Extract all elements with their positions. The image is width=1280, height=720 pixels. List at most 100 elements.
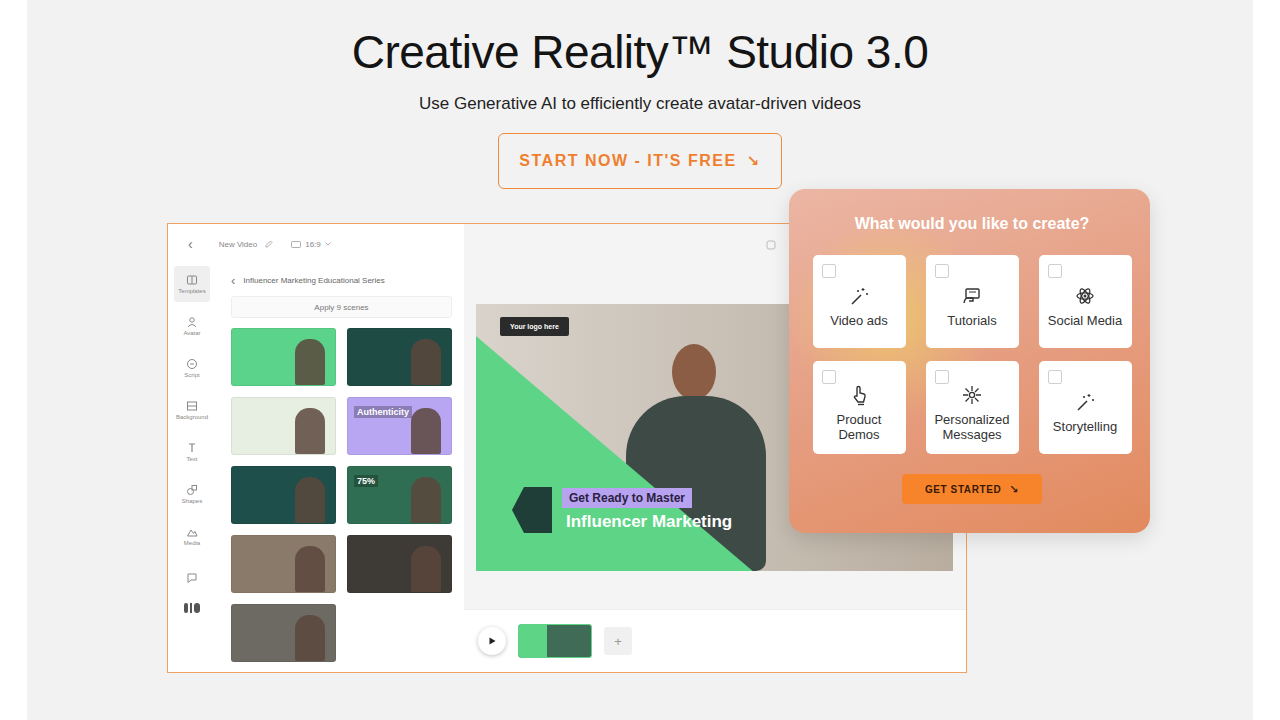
- logo-icon[interactable]: [183, 602, 201, 614]
- option-card[interactable]: Product Demos: [813, 361, 906, 454]
- option-checkbox[interactable]: [1048, 264, 1062, 278]
- tool-icon: [186, 274, 198, 286]
- scene-thumbnail[interactable]: [347, 328, 452, 386]
- tool-icon: [186, 442, 198, 454]
- page: Creative Reality™ Studio 3.0 Use Generat…: [0, 0, 1280, 720]
- rail-label: Text: [186, 456, 197, 462]
- tool-icon: [186, 484, 198, 496]
- scene-thumbnail[interactable]: [231, 397, 336, 455]
- option-checkbox[interactable]: [822, 370, 836, 384]
- hero-title: Creative Reality™ Studio 3.0: [352, 22, 929, 82]
- video-title[interactable]: New Video: [219, 240, 258, 249]
- option-label: Storytelling: [1053, 419, 1117, 434]
- rail-item[interactable]: Shapes: [174, 476, 210, 512]
- chevron-down-icon: [325, 242, 331, 246]
- avatar-figure: [411, 477, 441, 523]
- scene-thumbnail[interactable]: [231, 604, 336, 662]
- rail-label: Templates: [178, 288, 205, 294]
- tool-rail: Templates Avatar Script Background Text …: [168, 264, 216, 672]
- settings-icon[interactable]: [766, 240, 776, 250]
- hero-section: Creative Reality™ Studio 3.0 Use Generat…: [27, 0, 1253, 720]
- caption-kicker: Get Ready to Master: [562, 488, 692, 508]
- option-checkbox[interactable]: [822, 264, 836, 278]
- timeline: +: [464, 609, 966, 672]
- get-started-button[interactable]: GET STARTED ↘: [902, 474, 1042, 504]
- option-card[interactable]: Social Media: [1039, 255, 1132, 348]
- back-button[interactable]: ‹: [188, 236, 193, 252]
- scene-thumbnail[interactable]: [231, 328, 336, 386]
- start-now-label: START NOW - IT'S FREE: [519, 152, 736, 170]
- rail-item[interactable]: Text: [174, 434, 210, 470]
- scene-thumbnail[interactable]: 75%: [347, 466, 452, 524]
- option-icon: [961, 384, 983, 406]
- templates-panel: ‹ Influencer Marketing Educational Serie…: [216, 264, 464, 672]
- rail-label: Background: [176, 414, 208, 420]
- clip-preview: [519, 625, 547, 657]
- play-icon: [487, 636, 497, 646]
- timeline-clip[interactable]: [518, 624, 592, 658]
- option-card[interactable]: Personalized Messages: [926, 361, 1019, 454]
- avatar-figure: [295, 408, 325, 454]
- avatar-figure: [411, 339, 441, 385]
- avatar-figure: [411, 408, 441, 454]
- rail-item[interactable]: Script: [174, 350, 210, 386]
- option-checkbox[interactable]: [935, 370, 949, 384]
- option-icon: [1074, 285, 1096, 307]
- caption[interactable]: Get Ready to Master Influencer Marketing: [562, 488, 732, 532]
- avatar-figure: [295, 339, 325, 385]
- option-label: Social Media: [1048, 313, 1122, 328]
- scene-thumbnail[interactable]: Authenticity: [347, 397, 452, 455]
- option-icon: [848, 285, 870, 307]
- scene-thumbnail[interactable]: [231, 535, 336, 593]
- thumbnail-text: 75%: [354, 475, 378, 487]
- tool-icon: [186, 400, 198, 412]
- play-button[interactable]: [478, 627, 506, 655]
- chat-icon[interactable]: [186, 572, 198, 584]
- rail-item[interactable]: Media: [174, 518, 210, 554]
- logo-badge[interactable]: Your logo here: [500, 317, 569, 336]
- avatar-figure: [295, 546, 325, 592]
- option-card[interactable]: Tutorials: [926, 255, 1019, 348]
- arrow-icon: ↘: [1009, 483, 1019, 496]
- create-picker: What would you like to create? Video ads…: [789, 189, 1150, 533]
- scene-thumbnail[interactable]: [231, 466, 336, 524]
- option-icon: [961, 285, 983, 307]
- caption-headline: Influencer Marketing: [562, 512, 732, 532]
- apply-scenes-button[interactable]: Apply 9 scenes: [231, 296, 452, 318]
- avatar-figure: [411, 546, 441, 592]
- option-label: Personalized Messages: [930, 412, 1015, 442]
- avatar-head: [672, 344, 716, 400]
- arrow-icon: ↘: [747, 152, 761, 170]
- editor-left-body: Templates Avatar Script Background Text …: [168, 264, 464, 672]
- scene-thumbnail[interactable]: [347, 535, 452, 593]
- tool-icon: [186, 358, 198, 370]
- hero-subtitle: Use Generative AI to efficiently create …: [419, 92, 861, 116]
- editor-topbar: ‹ New Video 16:9: [168, 224, 464, 264]
- add-scene-button[interactable]: +: [604, 627, 632, 655]
- rail-item[interactable]: Templates: [174, 266, 210, 302]
- option-card[interactable]: Video ads: [813, 255, 906, 348]
- back-button[interactable]: ‹: [231, 273, 235, 288]
- rail-label: Media: [184, 540, 200, 546]
- option-grid: Video ads Tutorials Social Media Product…: [813, 255, 1132, 454]
- pencil-icon[interactable]: [265, 240, 273, 248]
- option-label: Product Demos: [817, 412, 902, 442]
- ratio-label: 16:9: [305, 240, 321, 249]
- rail-item[interactable]: Background: [174, 392, 210, 428]
- thumbnail-text: Authenticity: [354, 406, 412, 418]
- start-now-button[interactable]: START NOW - IT'S FREE ↘: [498, 133, 781, 189]
- option-checkbox[interactable]: [935, 264, 949, 278]
- editor-left: ‹ New Video 16:9 Templates Avatar Script…: [168, 224, 464, 672]
- rail-item[interactable]: Avatar: [174, 308, 210, 344]
- screen-icon: [291, 241, 301, 248]
- avatar-figure: [295, 477, 325, 523]
- template-title: Influencer Marketing Educational Series: [243, 276, 384, 285]
- ratio-select[interactable]: 16:9: [291, 240, 331, 249]
- option-label: Video ads: [830, 313, 888, 328]
- rail-label: Shapes: [182, 498, 202, 504]
- option-label: Tutorials: [947, 313, 996, 328]
- tool-icon: [186, 316, 198, 328]
- get-started-label: GET STARTED: [925, 484, 1001, 495]
- option-checkbox[interactable]: [1048, 370, 1062, 384]
- option-card[interactable]: Storytelling: [1039, 361, 1132, 454]
